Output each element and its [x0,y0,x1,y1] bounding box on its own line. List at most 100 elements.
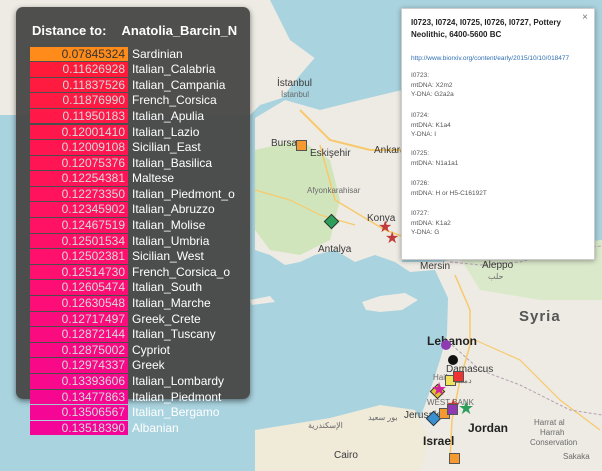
distance-row: 0.12514730 French_Corsica_o [30,264,235,280]
population-name: Italian_Umbria [132,233,210,248]
population-name: Italian_Calabria [132,62,216,77]
sample-id: I0723: [411,72,430,79]
distance-row: 0.12974337 Greek [30,358,235,374]
label-alexandria-native: الإسكندرية [308,421,343,430]
distance-row: 0.12467519 Italian_Molise [30,218,235,234]
distance-row: 0.13518390 Albanian [30,420,235,436]
distance-value: 0.12501534 [30,233,128,249]
distance-value: 0.12605474 [30,280,128,295]
sample-block: I0724: mtDNA: K1a4 Y-DNA: I [411,111,451,140]
distance-value: 0.13518390 [30,420,128,436]
distance-value: 0.12974337 [30,358,128,373]
distance-row: 0.13506567 Italian_Bergamo [30,405,235,421]
distance-value: 0.12514730 [30,264,128,280]
population-name: French_Corsica [132,93,217,108]
marker-purple-square[interactable] [447,404,458,415]
popup-title: I0723, I0724, I0725, I0726, I0727, Potte… [411,18,561,39]
distance-value: 0.12009108 [30,140,128,155]
population-name: Italian_South [132,280,203,295]
label-antalya: Antalya [318,244,352,255]
population-name: Italian_Bergamo [132,405,220,420]
distance-value: 0.13506567 [30,405,128,420]
distance-row: 0.12345902 Italian_Abruzzo [30,202,235,218]
label-harrat-1: Harrat al [534,418,565,427]
population-name: Italian_Lombardy [132,374,225,389]
sample-id: I0725: [411,150,430,157]
label-port-said-native: بور سعيد [368,413,398,422]
distance-row: 0.12630548 Italian_Marche [30,296,235,312]
marker-magenta-star[interactable]: ★ [431,380,447,398]
label-harrat-3: Conservation [530,438,578,447]
marker-purple-circle[interactable] [441,340,451,350]
distance-value: 0.12630548 [30,296,128,311]
distance-row: 0.13477863 Italian_Piedmont [30,389,235,405]
label-bursa: Bursa [271,138,298,149]
population-name: Italian_Tuscany [132,327,216,342]
label-israel: Israel [423,434,455,448]
distance-value: 0.11626928 [30,62,128,77]
population-name: Italian_Piedmont_o [132,186,235,201]
population-name: Italian_Piedmont [132,389,222,404]
marker-black-circle[interactable] [448,355,458,365]
label-istanbul-native: İstanbul [281,90,310,99]
distance-row: 0.11950183 Italian_Apulia [30,108,235,124]
population-name: Greek_Crete [132,311,201,326]
distance-value: 0.12467519 [30,218,128,233]
distance-value: 0.12717497 [30,311,128,327]
population-name: Italian_Apulia [132,108,205,123]
distance-row: 0.12254381 Maltese [30,171,235,187]
sample-id: I0726: [411,180,430,187]
population-name: Italian_Molise [132,218,206,233]
label-istanbul: İstanbul [277,78,313,89]
distance-row: 0.12009108 Sicilian_East [30,140,235,156]
distance-value: 0.11837526 [30,77,128,93]
sample-popup: × I0723, I0724, I0725, I0726, I0727, Pot… [401,8,595,260]
sample-haplogroup: Y-DNA: G [411,229,440,236]
distance-value: 0.12872144 [30,327,128,342]
population-name: Maltese [132,171,175,186]
distance-value: 0.12345902 [30,202,128,217]
sample-block: I0725: mtDNA: N1a1a1 [411,149,458,168]
population-name: Cypriot [132,342,171,357]
distance-row: 0.12502381 Sicilian_West [30,249,235,265]
sample-id: I0724: [411,112,430,119]
sample-id: I0727: [411,210,430,217]
marker-star-2[interactable]: ★ [385,231,399,247]
distance-list: 0.07845324 Sardinian 0.11626928 Italian_Cal… [30,46,235,436]
population-name: Italian_Campania [132,77,226,92]
distance-row: 0.12605474 Italian_South [30,280,235,296]
distance-row: 0.11837526 Italian_Campania [30,77,235,93]
label-eskisehir: Eskişehir [310,148,351,159]
population-name: Italian_Abruzzo [132,202,215,217]
marker-red-square[interactable] [453,371,464,382]
distance-row: 0.12501534 Italian_Umbria [30,233,235,249]
population-name: Italian_Marche [132,296,211,311]
label-syria: Syria [519,308,561,325]
distance-value: 0.12001410 [30,124,128,140]
distance-row: 0.12075376 Italian_Basilica [30,155,235,171]
distance-row: 0.12872144 Italian_Tuscany [30,327,235,343]
close-icon[interactable]: × [582,12,588,23]
sample-haplogroup: Y-DNA: I [411,131,437,138]
target-population: Anatolia_Barcin_N [121,23,238,38]
label-aleppo: Aleppo [482,260,514,271]
distance-value: 0.11876990 [30,93,128,108]
distance-value: 0.12273350 [30,186,128,202]
marker-green-star[interactable]: ★ [458,399,474,417]
sample-haplogroup: mtDNA: X2m2 [411,81,453,89]
population-name: Italian_Lazio [132,124,200,139]
popup-link[interactable]: http://www.biorxiv.org/content/early/201… [411,55,569,62]
sample-haplogroup: mtDNA: H or H5-C16192T [411,189,487,197]
population-name: French_Corsica_o [132,264,231,279]
distance-value: 0.13393606 [30,374,128,389]
population-name: Albanian [132,420,179,435]
marker-barcin-square[interactable] [296,140,307,151]
sample-haplogroup: Y-DNA: G2a2a [411,91,454,98]
label-jordan: Jordan [468,421,509,435]
sample-haplogroup: mtDNA: N1a1a1 [411,159,459,167]
label-aleppo-native: حلب [488,272,504,281]
marker-orange-square-2[interactable] [449,453,460,464]
distance-row: 0.13393606 Italian_Lombardy [30,373,235,389]
distance-panel: Distance to: Anatolia_Barcin_N 0.0784532… [16,7,250,436]
population-name: Greek [132,358,165,373]
